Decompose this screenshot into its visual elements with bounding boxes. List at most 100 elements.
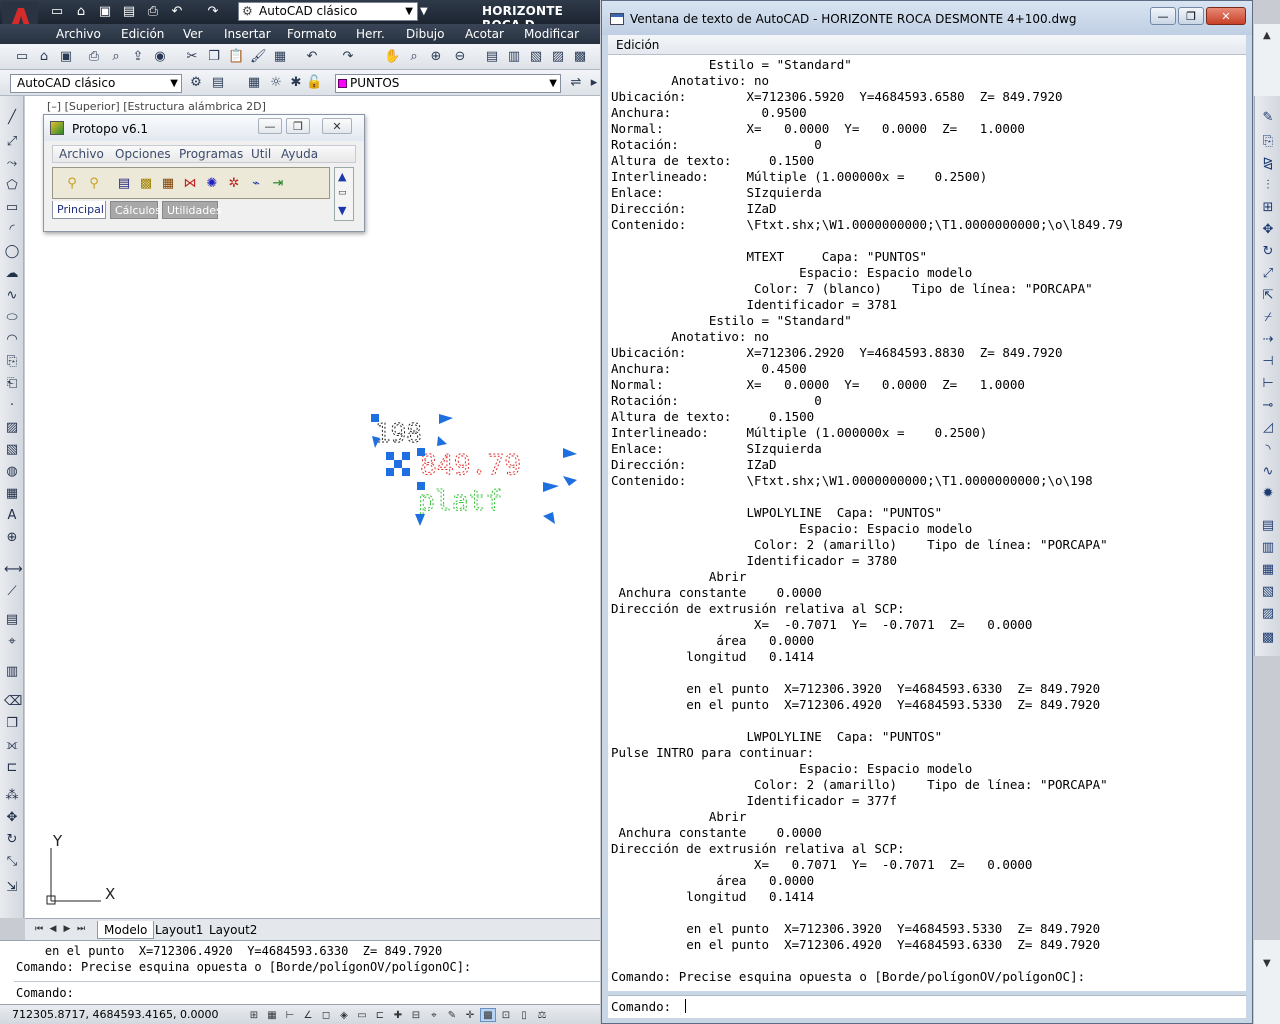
model-space-icon[interactable]: ⊡ — [498, 1008, 514, 1022]
workspace-settings-icon[interactable]: ⚙ — [188, 75, 204, 91]
mirror-icon[interactable]: ⧎ — [1260, 156, 1276, 172]
trim-icon[interactable]: ⌿ — [1260, 310, 1276, 326]
insert-block-icon[interactable]: ⎘ — [4, 354, 20, 370]
scale-icon[interactable]: ⤢ — [1260, 266, 1276, 282]
grid-icon[interactable]: ▦ — [264, 1008, 280, 1022]
grip-square[interactable] — [417, 482, 425, 490]
tool-palettes-icon[interactable]: ▧ — [528, 49, 544, 65]
grip-triangle[interactable] — [437, 436, 447, 446]
table-icon[interactable]: ▦ — [4, 486, 20, 502]
zoom-realtime-icon[interactable]: ⌕ — [406, 49, 422, 65]
erase-icon[interactable]: ✎ — [1260, 110, 1276, 126]
layer-freeze-icon[interactable]: ✱ — [288, 75, 304, 91]
workspace-select[interactable]: ⚙ AutoCAD clásico ▼ — [238, 2, 418, 21]
grip-square[interactable] — [394, 460, 402, 468]
selection-cycling-icon[interactable]: ✛ — [462, 1008, 478, 1022]
polygon-icon[interactable]: ⬠ — [4, 178, 20, 194]
gradient-icon[interactable]: ▧ — [4, 442, 20, 458]
redo-icon[interactable]: ↷ — [204, 4, 222, 20]
design-center-icon[interactable]: ▥ — [506, 49, 522, 65]
circle-icon[interactable]: ◯ — [4, 244, 20, 260]
drawing-text-elevation[interactable]: 849.79 — [420, 448, 522, 482]
hatch-icon[interactable]: ▨ — [4, 420, 20, 436]
lineweight-icon[interactable]: ⊟ — [408, 1008, 424, 1022]
menu-acotar[interactable]: Acotar — [465, 27, 504, 41]
grip-triangle[interactable] — [415, 514, 425, 526]
menu-modificar[interactable]: Modificar — [524, 27, 579, 41]
chamfer-icon[interactable]: ◿ — [1260, 420, 1276, 436]
array-icon[interactable]: ⊞ — [1260, 200, 1276, 216]
command-input[interactable]: Comando: — [16, 986, 74, 1000]
point-icon[interactable]: · — [4, 398, 20, 414]
protopo-menu-ayuda[interactable]: Ayuda — [281, 147, 318, 161]
rectangle-icon[interactable]: ▭ — [4, 200, 20, 216]
menu-edicion[interactable]: Edición — [616, 38, 659, 52]
draworder-back-icon[interactable]: ▦ — [1260, 562, 1276, 578]
prev-tab-icon[interactable]: ◀ — [47, 923, 59, 936]
tab-layout2[interactable]: Layout2 — [203, 921, 263, 939]
grid-tool-icon[interactable]: ▦ — [159, 175, 177, 193]
rotate-icon[interactable]: ↻ — [1260, 244, 1276, 260]
qnew-icon[interactable]: ▭ — [14, 49, 30, 65]
grip-triangle[interactable] — [563, 476, 577, 486]
mtext-icon[interactable]: A — [4, 508, 20, 524]
break-icon[interactable]: ⊢ — [1260, 376, 1276, 392]
undo-toolbar-icon[interactable]: ↶ — [304, 49, 320, 65]
annotation-scale-icon[interactable]: ⚖ — [534, 1008, 550, 1022]
text-window-titlebar[interactable]: Ventana de texto de AutoCAD - HORIZONTE … — [602, 1, 1252, 35]
command-input[interactable] — [684, 998, 1224, 1015]
grip-triangle[interactable] — [563, 448, 577, 458]
new-file-icon[interactable]: ▭ — [48, 4, 66, 20]
pan-icon[interactable]: ✋ — [384, 49, 400, 65]
block-editor-icon[interactable]: ▦ — [272, 49, 288, 65]
maximize-button[interactable]: ❐ — [1178, 7, 1204, 25]
print-icon[interactable]: ⎙ — [144, 4, 162, 20]
grip-square[interactable] — [386, 452, 394, 460]
menu-herr[interactable]: Herr. — [356, 27, 385, 41]
polyline-icon[interactable]: ⤳ — [4, 156, 20, 172]
modify-rotate-icon[interactable]: ↻ — [4, 832, 20, 848]
layer-manager-icon[interactable]: ▤ — [210, 75, 226, 91]
modify-scale-icon[interactable]: ⤡ — [4, 854, 20, 870]
move-icon[interactable]: ✥ — [1260, 222, 1276, 238]
protopo-menu-opciones[interactable]: Opciones — [115, 147, 171, 161]
grip-square[interactable] — [386, 468, 394, 476]
arc-icon[interactable]: ◜ — [4, 222, 20, 238]
save-icon[interactable]: ▣ — [58, 49, 74, 65]
xyz-tool-icon[interactable]: ▤ — [115, 175, 133, 193]
modify-copy-icon[interactable]: ❐ — [4, 716, 20, 732]
layout-space-icon[interactable]: ▯ — [516, 1008, 532, 1022]
export-tool-icon[interactable]: ⇥ — [269, 175, 287, 193]
drawing-text-dashed[interactable]: 198 — [375, 419, 423, 450]
protopo-scroller[interactable]: ▲ ▭ ▼ — [334, 167, 354, 221]
spline-icon[interactable]: ∿ — [4, 288, 20, 304]
drawing-text-platform[interactable]: platf — [418, 484, 503, 518]
dimension-aligned-icon[interactable]: ⟋ — [4, 584, 20, 600]
layer-properties-icon[interactable]: ▦ — [246, 75, 262, 91]
last-tab-icon[interactable]: ⏭ — [75, 923, 87, 936]
3d-dwf-icon[interactable]: ◉ — [152, 49, 168, 65]
menu-dibujo[interactable]: Dibujo — [406, 27, 444, 41]
blend-icon[interactable]: ∿ — [1260, 464, 1276, 480]
points-tool-icon[interactable]: ⚲ — [63, 175, 81, 193]
protopo-menu-programas[interactable]: Programas — [179, 147, 243, 161]
otrack-icon[interactable]: ▭ — [354, 1008, 370, 1022]
ducs-icon[interactable]: ⊏ — [372, 1008, 388, 1022]
points-edit-tool-icon[interactable]: ⚲ — [85, 175, 103, 193]
copy-icon[interactable]: ❐ — [206, 49, 222, 65]
open-file-icon[interactable]: ⌂ — [72, 4, 90, 20]
modify-erase-icon[interactable]: ⌫ — [4, 694, 22, 710]
extend-icon[interactable]: ⇢ — [1260, 332, 1276, 348]
modify-array-icon[interactable]: ⁂ — [4, 788, 20, 804]
revision-cloud-icon[interactable]: ☁ — [4, 266, 20, 282]
osnap-icon[interactable]: ◻ — [318, 1008, 334, 1022]
grip-square[interactable] — [402, 452, 410, 460]
draworder-front-icon[interactable]: ▥ — [1260, 540, 1276, 556]
maximize-button[interactable]: ❐ — [286, 118, 310, 134]
join-icon[interactable]: ⊸ — [1260, 398, 1276, 414]
region-icon[interactable]: ◍ — [4, 464, 20, 480]
draworder-under-icon[interactable]: ▨ — [1260, 606, 1276, 622]
right-scroll-top[interactable]: ▲ — [1254, 24, 1280, 96]
open-icon[interactable]: ⌂ — [36, 49, 52, 65]
undo-icon[interactable]: ↶ — [168, 4, 186, 20]
